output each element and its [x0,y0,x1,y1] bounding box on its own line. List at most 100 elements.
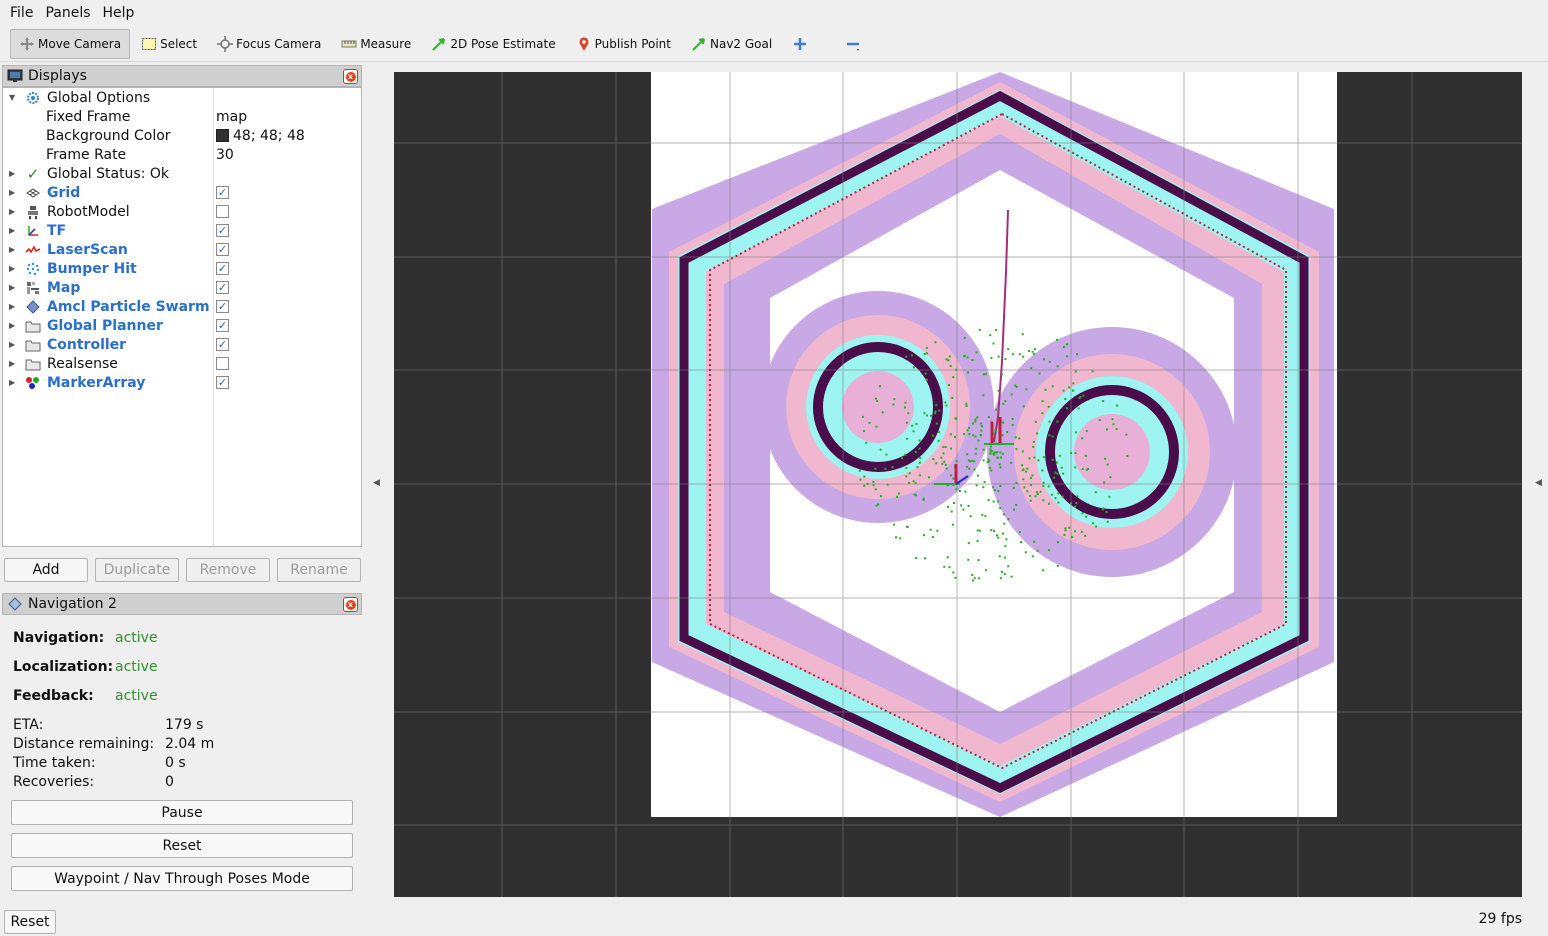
checkbox[interactable] [216,205,229,218]
grid-checkbox[interactable]: ✓ [216,186,229,199]
waypoint-mode-button[interactable]: Waypoint / Nav Through Poses Mode [11,866,353,891]
focus-camera-tool[interactable]: Focus Camera [208,29,330,59]
collapsed-arrow-icon[interactable]: ▶ [9,378,17,387]
laserscan-checkbox[interactable]: ✓ [216,243,229,256]
checkbox[interactable]: ✓ [216,262,229,275]
collapsed-arrow-icon[interactable]: ▶ [9,302,17,311]
nav2-goal-tool[interactable]: Nav2 Goal [682,29,781,59]
collapsed-arrow-icon[interactable]: ▶ [9,359,17,368]
particle [1014,436,1017,439]
particle [1011,353,1014,356]
collapsed-arrow-icon[interactable]: ▶ [9,340,17,349]
collapse-left-dock-icon[interactable]: ◀ [373,478,380,488]
checkbox[interactable]: ✓ [216,376,229,389]
tree-row-laserscan[interactable]: ▶ LaserScan ✓ [3,240,361,259]
robot-icon [25,204,41,220]
particle [912,430,915,433]
navigation-close-button[interactable]: x [343,597,358,612]
bumper-hit-checkbox[interactable]: ✓ [216,262,229,275]
select-icon [141,36,157,52]
remove-button[interactable]: Remove [186,558,270,582]
tree-row-bumper-hit[interactable]: ▶ Bumper Hit ✓ [3,259,361,278]
marker-array-label: MarkerArray [47,374,146,391]
particle [983,481,986,483]
checkbox[interactable]: ✓ [216,224,229,237]
nav-reset-button[interactable]: Reset [11,833,353,858]
publish-point-tool[interactable]: Publish Point [567,29,680,59]
menu-panels[interactable]: Panels [39,5,96,21]
particle [930,414,932,417]
add-button[interactable]: Add [4,558,88,582]
checkbox[interactable]: ✓ [216,281,229,294]
tree-row-amcl-particle-swarm[interactable]: ▶ Amcl Particle Swarm ✓ [3,297,361,316]
map-checkbox[interactable]: ✓ [216,281,229,294]
collapsed-arrow-icon[interactable]: ▶ [9,321,17,330]
background-color-value[interactable]: 48; 48; 48 [216,128,305,144]
menu-file[interactable]: File [4,5,39,21]
robot-model-checkbox[interactable] [216,205,229,218]
realsense-checkbox[interactable] [216,357,229,370]
tree-row-global-planner[interactable]: ▶ Global Planner ✓ [3,316,361,335]
fixed-frame-value[interactable]: map [216,109,247,125]
particle [901,457,904,460]
tree-row-map[interactable]: ▶ Map ✓ [3,278,361,297]
particle [1074,466,1077,469]
goal-arrow-icon [691,36,707,52]
particle [1104,457,1107,460]
amcl-checkbox[interactable]: ✓ [216,300,229,313]
particle [975,484,978,487]
collapsed-arrow-icon[interactable]: ▶ [9,245,17,254]
rename-button[interactable]: Rename [277,558,361,582]
particle [1015,481,1018,484]
particle [1075,431,1077,434]
checkbox[interactable]: ✓ [216,338,229,351]
particle [1058,454,1061,457]
checkbox[interactable]: ✓ [216,243,229,256]
tree-row-tf[interactable]: ▶ TF ✓ [3,221,361,240]
particle [973,460,976,463]
checkbox[interactable]: ✓ [216,300,229,313]
pause-button[interactable]: Pause [11,800,353,825]
frame-rate-value[interactable]: 30 [216,147,234,163]
checkbox[interactable] [216,357,229,370]
collapsed-arrow-icon[interactable]: ▶ [9,226,17,235]
tree-row-robot-model[interactable]: ▶ RobotModel [3,202,361,221]
add-tool-button[interactable] [783,29,820,59]
tree-row-realsense[interactable]: ▶ Realsense [3,354,361,373]
duplicate-button[interactable]: Duplicate [95,558,179,582]
collapsed-arrow-icon[interactable]: ▶ [9,207,17,216]
collapsed-arrow-icon[interactable]: ▶ [9,264,17,273]
expanded-arrow-icon[interactable]: ▼ [9,93,17,102]
checkbox[interactable]: ✓ [216,186,229,199]
collapsed-arrow-icon[interactable]: ▶ [9,283,17,292]
tree-row-grid[interactable]: ▶ Grid ✓ [3,183,361,202]
collapse-right-dock-icon[interactable]: ◀ [1535,478,1542,488]
reset-button[interactable]: Reset [4,910,56,934]
tree-row-frame-rate[interactable]: Frame Rate 30 [3,145,361,164]
tree-row-global-options[interactable]: ▼ Global Options [3,88,361,107]
tree-row-marker-array[interactable]: ▶ MarkerArray ✓ [3,373,361,392]
collapsed-arrow-icon[interactable]: ▶ [9,188,17,197]
pose-estimate-tool[interactable]: 2D Pose Estimate [422,29,564,59]
global-planner-checkbox[interactable]: ✓ [216,319,229,332]
marker-array-checkbox[interactable]: ✓ [216,376,229,389]
tree-row-background-color[interactable]: Background Color 48; 48; 48 [3,126,361,145]
remove-tool-button[interactable] [836,29,873,59]
tree-row-controller[interactable]: ▶ Controller ✓ [3,335,361,354]
controller-checkbox[interactable]: ✓ [216,338,229,351]
measure-tool[interactable]: Measure [332,29,420,59]
tf-checkbox[interactable]: ✓ [216,224,229,237]
particle [935,462,938,465]
particle [868,421,871,424]
tree-row-fixed-frame[interactable]: Fixed Frame map [3,107,361,126]
render-viewport[interactable] [394,72,1522,897]
select-tool[interactable]: Select [132,29,206,59]
collapsed-arrow-icon[interactable]: ▶ [9,169,17,178]
menu-help[interactable]: Help [97,5,141,21]
tree-row-global-status[interactable]: ▶ ✓ Global Status: Ok [3,164,361,183]
checkbox[interactable]: ✓ [216,319,229,332]
particle [1031,555,1034,558]
move-camera-tool[interactable]: Move Camera [10,28,131,59]
particle [971,459,974,462]
displays-close-button[interactable]: x [343,69,358,84]
